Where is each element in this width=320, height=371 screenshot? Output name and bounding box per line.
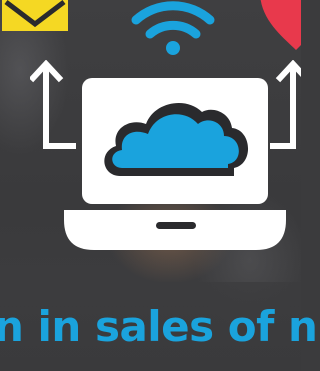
headline-text: n in sales of n — [0, 302, 318, 351]
wifi-icon — [131, 1, 215, 55]
heart-icon — [260, 0, 301, 50]
cloud-laptop-icon — [64, 78, 286, 250]
mail-icon — [2, 0, 68, 31]
